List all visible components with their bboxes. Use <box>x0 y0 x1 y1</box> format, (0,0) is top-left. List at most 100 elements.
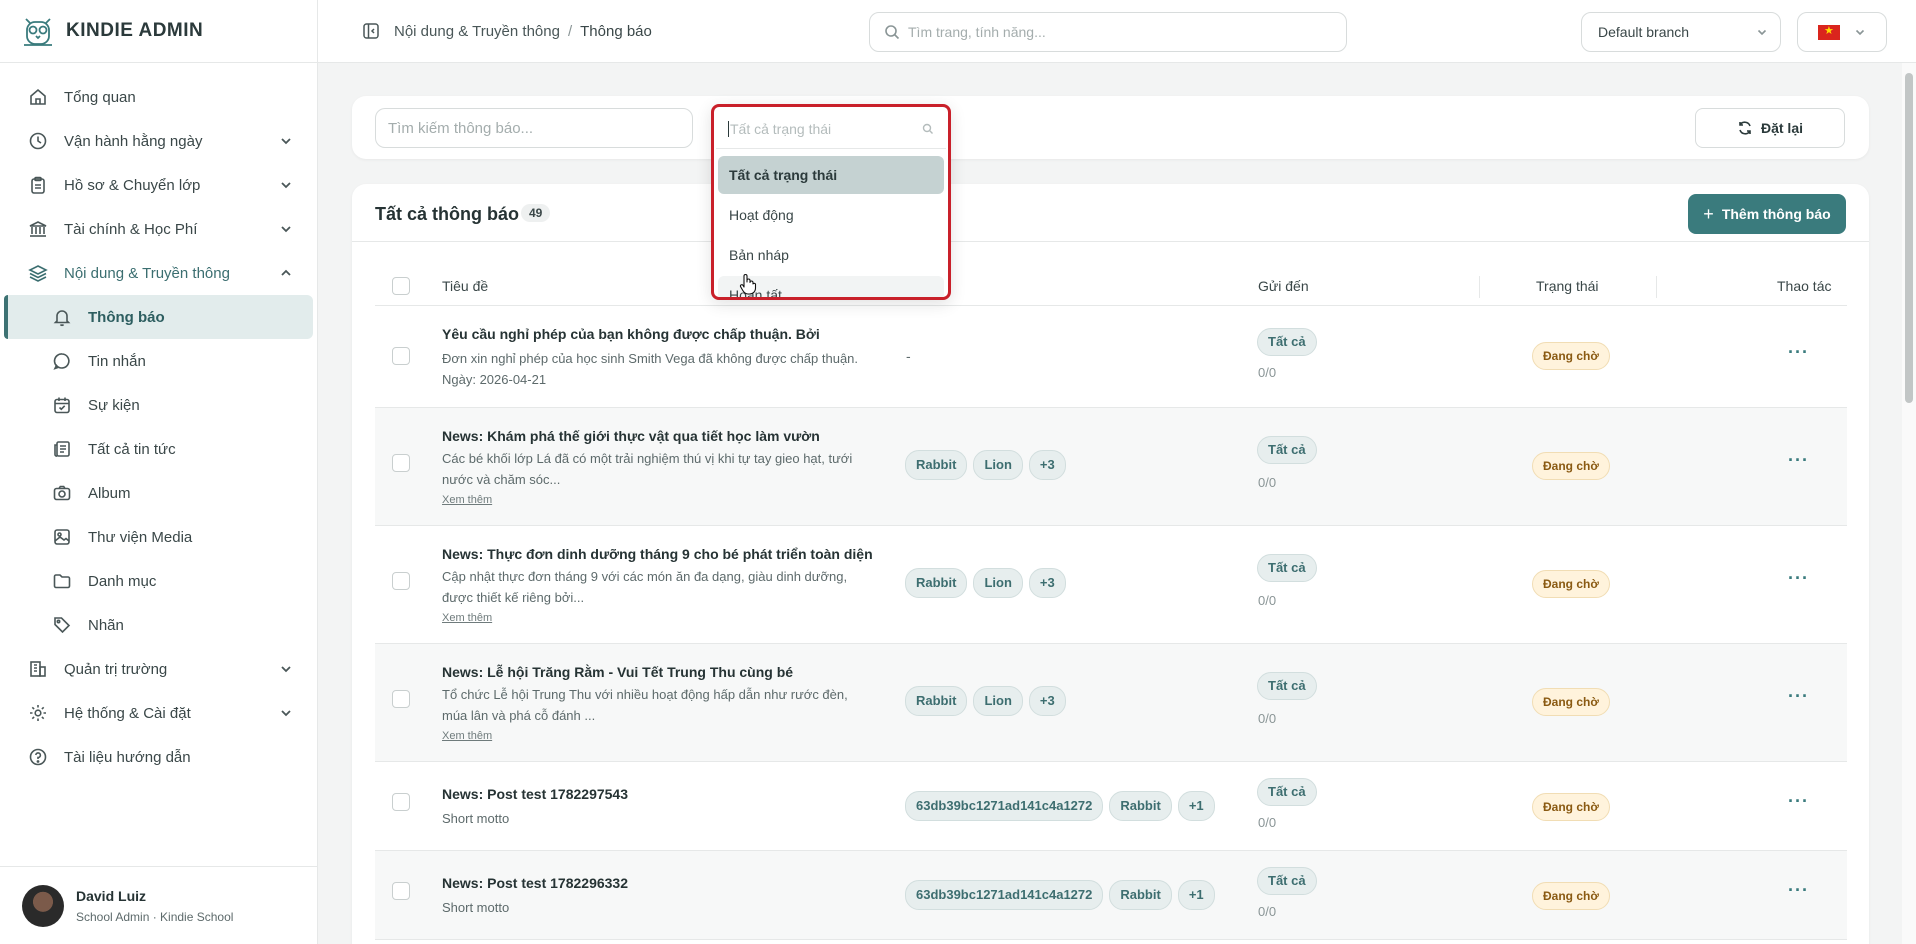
count-badge: 49 <box>521 204 551 222</box>
row-title[interactable]: News: Post test 1782297543 <box>442 786 628 802</box>
add-announcement-button[interactable]: + Thêm thông báo <box>1688 194 1846 234</box>
row-title[interactable]: News: Thực đơn dinh dưỡng tháng 9 cho bé… <box>442 546 873 562</box>
tag-icon <box>54 617 71 634</box>
app-name: KINDIE ADMIN <box>66 20 204 41</box>
sidebar-item-categories[interactable]: Danh mục <box>0 559 317 603</box>
table-row[interactable]: News: Lễ hội Trăng Rằm - Vui Tết Trung T… <box>375 644 1847 762</box>
row-actions-icon[interactable]: ··· <box>1788 450 1809 471</box>
see-more-link[interactable]: Xem thêm <box>442 494 492 506</box>
chevron-down-icon <box>281 710 291 717</box>
row-actions-icon[interactable]: ··· <box>1788 686 1809 707</box>
chevron-down-icon <box>1855 29 1865 36</box>
table-row[interactable]: News: Thực đơn dinh dưỡng tháng 9 cho bé… <box>375 526 1847 644</box>
sidebar-item-messages[interactable]: Tin nhắn <box>0 339 317 383</box>
chevron-down-icon <box>1757 29 1767 36</box>
text-caret <box>728 120 729 137</box>
sidebar-item-records[interactable]: Hồ sơ & Chuyển lớp <box>0 163 317 207</box>
select-all-checkbox[interactable] <box>392 277 410 295</box>
sidebar-item-events[interactable]: Sự kiện <box>0 383 317 427</box>
class-chip-more[interactable]: +3 <box>1028 568 1066 598</box>
class-chip-more[interactable]: +1 <box>1177 880 1215 910</box>
sidebar-item-label: Tài liệu hướng dẫn <box>64 748 191 766</box>
breadcrumb-parent[interactable]: Nội dung & Truyền thông <box>394 23 560 40</box>
global-search-input[interactable]: Tìm trang, tính năng... <box>869 12 1347 52</box>
row-actions-icon[interactable]: ··· <box>1788 880 1809 901</box>
sidebar-item-tags[interactable]: Nhãn <box>0 603 317 647</box>
status-filter-input[interactable]: Tất cả trạng thái <box>716 109 946 149</box>
column-send-to[interactable]: Gửi đến <box>1258 278 1309 294</box>
sidebar-toggle-icon[interactable] <box>362 22 380 40</box>
help-icon <box>29 748 47 766</box>
send-count: 0/0 <box>1258 815 1277 830</box>
table-row[interactable]: News: Post test 1782297543 Short motto 6… <box>375 762 1847 851</box>
sidebar-item-label: Quản trị trường <box>64 660 168 678</box>
add-announcement-label: Thêm thông báo <box>1721 206 1831 222</box>
class-chip: 63db39bc1271ad141c4a1272 <box>905 880 1104 910</box>
sidebar-item-album[interactable]: Album <box>0 471 317 515</box>
sidebar-item-settings[interactable]: Hệ thống & Cài đặt <box>0 691 317 735</box>
sidebar-item-daily-ops[interactable]: Vận hành hằng ngày <box>0 119 317 163</box>
row-description: Short motto <box>442 900 510 915</box>
sidebar-nav: Tổng quan Vận hành hằng ngày Hồ sơ & Chu… <box>0 63 317 779</box>
column-title[interactable]: Tiêu đề <box>442 278 488 294</box>
page-scrollbar[interactable] <box>1902 63 1916 944</box>
scrollbar-thumb[interactable] <box>1905 73 1913 403</box>
row-checkbox[interactable] <box>392 347 410 365</box>
brand[interactable]: KINDIE ADMIN <box>0 0 317 63</box>
row-actions-icon[interactable]: ··· <box>1788 342 1809 363</box>
vietnam-flag-icon <box>1818 24 1840 40</box>
language-select[interactable] <box>1797 12 1887 52</box>
row-checkbox[interactable] <box>392 882 410 900</box>
send-to-chip: Tất cả <box>1257 778 1317 806</box>
sidebar-item-announcements[interactable]: Thông báo <box>4 295 313 339</box>
row-title[interactable]: News: Post test 1782296332 <box>442 875 628 891</box>
class-chip: Rabbit <box>1109 880 1172 910</box>
sidebar-item-media-library[interactable]: Thư viện Media <box>0 515 317 559</box>
row-title[interactable]: News: Lễ hội Trăng Rằm - Vui Tết Trung T… <box>442 664 793 680</box>
sidebar-item-school-admin[interactable]: Quản trị trường <box>0 647 317 691</box>
table-row[interactable]: News: Post test 1782296332 Short motto 6… <box>375 851 1847 940</box>
reset-button[interactable]: Đặt lại <box>1695 108 1845 148</box>
table-row[interactable]: Yêu cầu nghỉ phép của bạn không được chấ… <box>375 306 1847 408</box>
row-title[interactable]: Yêu cầu nghỉ phép của bạn không được chấ… <box>442 326 820 342</box>
class-chips: 63db39bc1271ad141c4a1272 Rabbit +1 <box>905 880 1215 910</box>
row-checkbox[interactable] <box>392 454 410 472</box>
status-badge: Đang chờ <box>1532 882 1610 910</box>
row-description: Đơn xin nghỉ phép của học sinh Smith Veg… <box>442 351 859 387</box>
sidebar-item-overview[interactable]: Tổng quan <box>0 75 317 119</box>
sidebar-item-finance[interactable]: Tài chính & Học Phí <box>0 207 317 251</box>
class-chip: Rabbit <box>1109 791 1172 821</box>
row-checkbox[interactable] <box>392 793 410 811</box>
class-chip-more[interactable]: +3 <box>1028 450 1066 480</box>
calendar-icon <box>54 397 70 414</box>
class-chip-more[interactable]: +3 <box>1028 686 1066 716</box>
row-checkbox[interactable] <box>392 690 410 708</box>
folder-icon <box>53 574 71 589</box>
sidebar-item-label: Danh mục <box>88 572 157 590</box>
branch-select[interactable]: Default branch <box>1581 12 1781 52</box>
sidebar-item-docs[interactable]: Tài liệu hướng dẫn <box>0 735 317 779</box>
reset-button-label: Đặt lại <box>1760 120 1803 136</box>
row-actions-icon[interactable]: ··· <box>1788 568 1809 589</box>
sidebar-item-all-news[interactable]: Tất cả tin tức <box>0 427 317 471</box>
row-actions-icon[interactable]: ··· <box>1788 791 1809 812</box>
see-more-link[interactable]: Xem thêm <box>442 730 492 742</box>
column-status[interactable]: Trạng thái <box>1536 278 1599 294</box>
column-divider <box>1479 276 1480 298</box>
row-checkbox[interactable] <box>392 572 410 590</box>
status-option-draft[interactable]: Bản nháp <box>718 236 944 274</box>
see-more-link[interactable]: Xem thêm <box>442 612 492 624</box>
sidebar-item-content-media[interactable]: Nội dung & Truyền thông <box>0 251 317 295</box>
status-filter-dropdown[interactable]: Tất cả trạng thái Tất cả trạng thái Hoạt… <box>711 104 951 300</box>
announcement-search-input[interactable]: Tìm kiếm thông báo... <box>375 108 693 148</box>
table-row[interactable]: News: Khám phá thế giới thực vật qua tiế… <box>375 408 1847 526</box>
status-option-active[interactable]: Hoạt động <box>718 196 944 234</box>
sidebar-item-label: Tất cả tin tức <box>88 440 176 458</box>
user-profile[interactable]: David Luiz School Admin · Kindie School <box>0 866 317 944</box>
status-option-all[interactable]: Tất cả trạng thái <box>718 156 944 194</box>
topbar: Nội dung & Truyền thông / Thông báo Tìm … <box>318 0 1916 63</box>
plus-icon: + <box>1703 203 1714 224</box>
class-chip-more[interactable]: +1 <box>1177 791 1215 821</box>
home-icon <box>30 88 46 105</box>
row-title[interactable]: News: Khám phá thế giới thực vật qua tiế… <box>442 428 820 444</box>
